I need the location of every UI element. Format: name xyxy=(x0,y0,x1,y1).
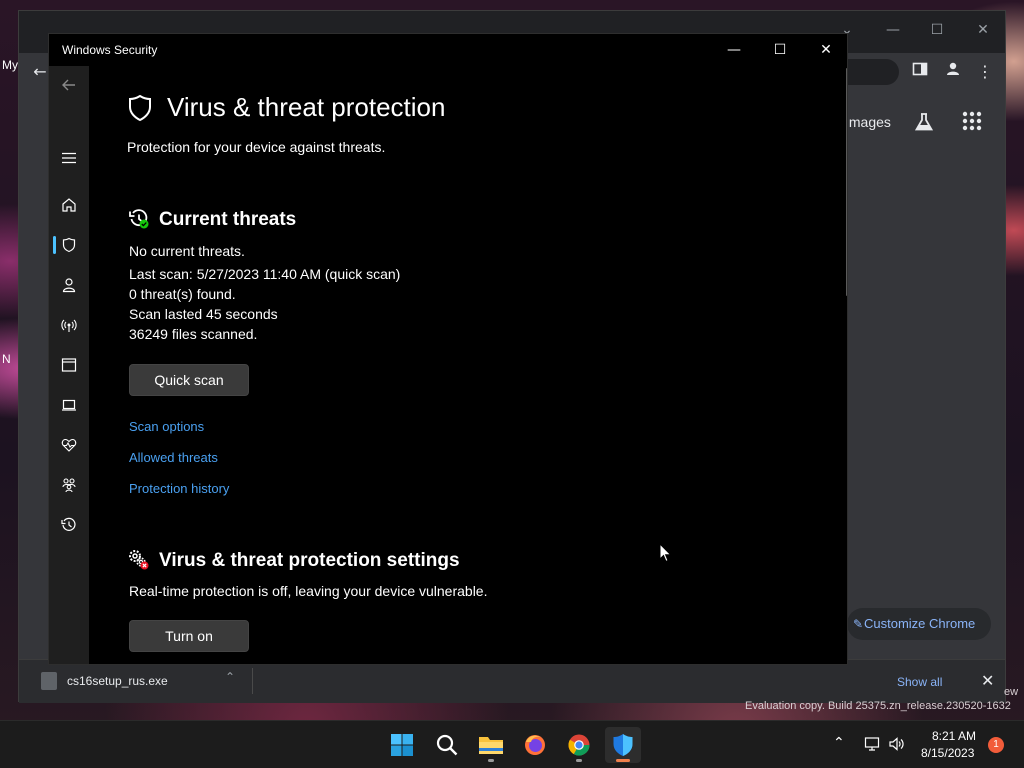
protection-history-link[interactable]: Protection history xyxy=(129,481,229,496)
history-icon[interactable] xyxy=(49,507,89,543)
evaluation-watermark: Evaluation copy. Build 25375.zn_release.… xyxy=(745,700,1011,712)
family-icon[interactable] xyxy=(49,467,89,503)
files-scanned-text: 36249 files scanned. xyxy=(129,326,258,342)
network-icon[interactable] xyxy=(864,736,880,756)
chevron-up-icon[interactable]: ⌃ xyxy=(225,670,235,684)
window-title: Windows Security xyxy=(62,43,158,57)
apps-grid-icon[interactable] xyxy=(961,111,983,133)
file-icon xyxy=(41,672,57,690)
chrome-icon[interactable] xyxy=(561,727,597,763)
settings-warning-icon xyxy=(129,550,149,570)
clock-date[interactable]: 8/15/2023 xyxy=(921,746,974,760)
customize-chrome-label: Customize Chrome xyxy=(864,616,976,631)
settings-gear-icon[interactable] xyxy=(49,652,89,664)
chevron-up-icon[interactable]: ⌃ xyxy=(833,735,845,751)
notification-badge[interactable]: 1 xyxy=(988,737,1004,753)
hamburger-menu-icon[interactable] xyxy=(49,140,89,176)
sidebar-icon[interactable] xyxy=(909,61,931,83)
navigation-sidebar xyxy=(49,66,89,664)
mouse-cursor-icon xyxy=(659,543,672,563)
start-icon[interactable] xyxy=(384,727,420,763)
watermark-suffix: ew xyxy=(1004,686,1019,698)
close-icon[interactable]: ✕ xyxy=(961,17,1005,43)
shield-icon[interactable] xyxy=(49,227,89,263)
download-shelf: cs16setup_rus.exe ⌃ Show all ✕ xyxy=(19,659,1005,703)
search-icon[interactable] xyxy=(429,727,465,763)
customize-chrome-button[interactable]: ✎ Customize Chrome xyxy=(847,608,991,640)
back-arrow-icon[interactable] xyxy=(49,67,89,103)
maximize-icon[interactable]: ☐ xyxy=(915,17,959,43)
desktop-icon-label[interactable]: N xyxy=(2,352,11,366)
minimize-icon[interactable]: — xyxy=(871,17,915,43)
download-file-name: cs16setup_rus.exe xyxy=(67,674,168,688)
windows-security-icon[interactable] xyxy=(605,727,641,763)
last-scan-text: Last scan: 5/27/2023 11:40 AM (quick sca… xyxy=(129,266,401,282)
windows-security-window: Windows Security — ☐ ✕ Virus & threat pr… xyxy=(48,33,848,665)
scan-options-link[interactable]: Scan options xyxy=(129,419,204,434)
running-indicator xyxy=(616,759,630,762)
page-subtitle: Protection for your device against threa… xyxy=(127,139,386,155)
running-indicator xyxy=(576,759,582,762)
device-security-icon[interactable] xyxy=(49,387,89,423)
current-threats-title: Current threats xyxy=(159,209,297,230)
desktop-icon-label[interactable]: My xyxy=(2,58,18,72)
minimize-icon[interactable]: — xyxy=(711,34,757,66)
quick-scan-button[interactable]: Quick scan xyxy=(129,364,249,396)
threats-found-text: 0 threat(s) found. xyxy=(129,286,236,302)
shield-icon xyxy=(129,94,151,122)
scan-duration-text: Scan lasted 45 seconds xyxy=(129,306,278,322)
close-icon[interactable]: ✕ xyxy=(981,671,994,690)
clock-time[interactable]: 8:21 AM xyxy=(932,729,976,743)
kebab-menu-icon[interactable]: ⋮ xyxy=(974,61,996,83)
turn-on-button[interactable]: Turn on xyxy=(129,620,249,652)
scrollbar[interactable] xyxy=(846,68,847,296)
volume-icon[interactable] xyxy=(888,736,904,756)
running-indicator xyxy=(488,759,494,762)
profile-icon[interactable] xyxy=(942,61,964,83)
close-icon[interactable]: ✕ xyxy=(803,34,847,66)
threat-history-icon xyxy=(129,209,149,229)
pencil-icon: ✎ xyxy=(853,617,864,631)
labs-flask-icon[interactable] xyxy=(913,111,935,133)
realtime-status-text: Real-time protection is off, leaving you… xyxy=(129,583,488,599)
window-titlebar: Windows Security — ☐ ✕ xyxy=(49,34,847,66)
address-bar[interactable] xyxy=(839,59,899,85)
maximize-icon[interactable]: ☐ xyxy=(757,34,803,66)
allowed-threats-link[interactable]: Allowed threats xyxy=(129,450,218,465)
file-explorer-icon[interactable] xyxy=(473,727,509,763)
account-icon[interactable] xyxy=(49,267,89,303)
firewall-network-icon[interactable] xyxy=(49,307,89,343)
threat-status: No current threats. xyxy=(129,243,245,259)
app-browser-icon[interactable] xyxy=(49,347,89,383)
page-title: Virus & threat protection xyxy=(167,92,446,122)
health-icon[interactable] xyxy=(49,427,89,463)
protection-settings-title: Virus & threat protection settings xyxy=(159,550,460,571)
images-link[interactable]: Images xyxy=(845,114,891,130)
download-item[interactable]: cs16setup_rus.exe ⌃ xyxy=(39,668,253,694)
show-all-button[interactable]: Show all xyxy=(897,675,942,689)
taskbar: ⌃ 8:21 AM 8/15/2023 1 xyxy=(0,720,1024,768)
firefox-icon[interactable] xyxy=(517,727,553,763)
home-icon[interactable] xyxy=(49,187,89,223)
